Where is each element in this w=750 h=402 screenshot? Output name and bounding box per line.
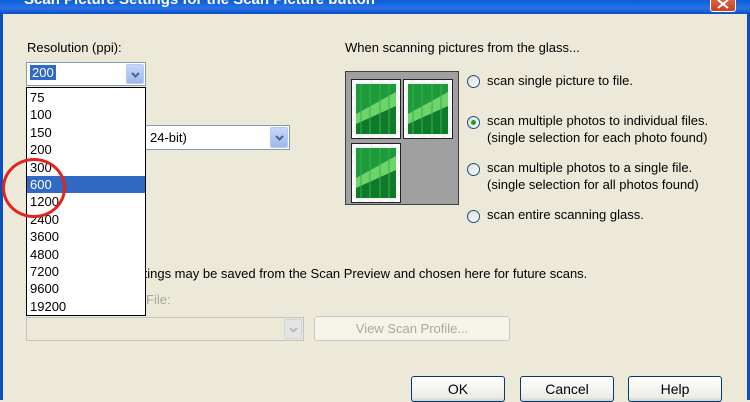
color-mode-value: 24-bit) bbox=[150, 130, 187, 145]
photo-thumbnail bbox=[403, 79, 453, 139]
view-scan-profile-button[interactable]: View Scan Profile... bbox=[314, 316, 510, 341]
landscape-photo-icon bbox=[356, 84, 396, 134]
scan-glass-preview bbox=[345, 71, 459, 205]
cancel-button[interactable]: Cancel bbox=[520, 376, 614, 402]
profile-combo[interactable] bbox=[26, 317, 304, 341]
radio-entire-glass[interactable] bbox=[467, 210, 480, 223]
window-frame-left bbox=[0, 14, 3, 400]
option-entire-glass-label: scan entire scanning glass. bbox=[487, 207, 644, 222]
option-multiple-single-label: scan multiple photos to a single file. bbox=[487, 160, 693, 175]
radio-single-picture[interactable] bbox=[467, 75, 480, 88]
landscape-photo-icon bbox=[408, 84, 448, 134]
window-title: Scan Picture Settings for the Scan Pictu… bbox=[24, 0, 375, 8]
resolution-option[interactable]: 75 bbox=[27, 89, 145, 106]
color-mode-combo[interactable]: 24-bit) bbox=[140, 125, 290, 150]
photo-thumbnail bbox=[351, 143, 401, 203]
landscape-photo-icon bbox=[356, 148, 396, 198]
close-icon bbox=[717, 0, 729, 9]
resolution-option[interactable]: 100 bbox=[27, 106, 145, 123]
resolution-option[interactable]: 4800 bbox=[27, 246, 145, 263]
profile-dropdown-button[interactable] bbox=[284, 319, 302, 339]
chevron-down-icon bbox=[289, 327, 298, 333]
option-single-picture-label: scan single picture to file. bbox=[487, 73, 633, 88]
resolution-option[interactable]: 7200 bbox=[27, 263, 145, 280]
resolution-combo[interactable]: 200 bbox=[26, 62, 146, 86]
chevron-down-icon bbox=[275, 135, 284, 141]
resolution-label: Resolution (ppi): bbox=[27, 40, 122, 55]
profile-file-label: File: bbox=[146, 292, 171, 307]
resolution-option[interactable]: 3600 bbox=[27, 228, 145, 245]
close-button[interactable] bbox=[710, 0, 736, 12]
radio-multiple-individual[interactable] bbox=[467, 116, 480, 129]
highlight-circle-annotation bbox=[2, 158, 66, 218]
resolution-option[interactable]: 150 bbox=[27, 124, 145, 141]
glass-heading: When scanning pictures from the glass... bbox=[345, 40, 580, 55]
option-multiple-individual-label: scan multiple photos to individual files… bbox=[487, 113, 709, 128]
color-mode-dropdown-button[interactable] bbox=[270, 127, 288, 148]
resolution-option[interactable]: 9600 bbox=[27, 280, 145, 297]
resolution-option[interactable]: 200 bbox=[27, 141, 145, 158]
resolution-option[interactable]: 19200 bbox=[27, 298, 145, 315]
help-button[interactable]: Help bbox=[628, 376, 722, 402]
ok-button[interactable]: OK bbox=[411, 376, 505, 402]
title-bar: Scan Picture Settings for the Scan Pictu… bbox=[0, 0, 750, 14]
photo-thumbnail bbox=[351, 79, 401, 139]
resolution-current-value: 200 bbox=[30, 65, 56, 80]
radio-multiple-single-file[interactable] bbox=[467, 163, 480, 176]
option-multiple-single-sub: (single selection for all photos found) bbox=[487, 177, 699, 192]
chevron-down-icon bbox=[131, 72, 140, 78]
profile-note: ttings may be saved from the Scan Previe… bbox=[140, 266, 588, 281]
resolution-dropdown-button[interactable] bbox=[126, 64, 144, 84]
option-multiple-individual-sub: (single selection for each photo found) bbox=[487, 130, 708, 145]
